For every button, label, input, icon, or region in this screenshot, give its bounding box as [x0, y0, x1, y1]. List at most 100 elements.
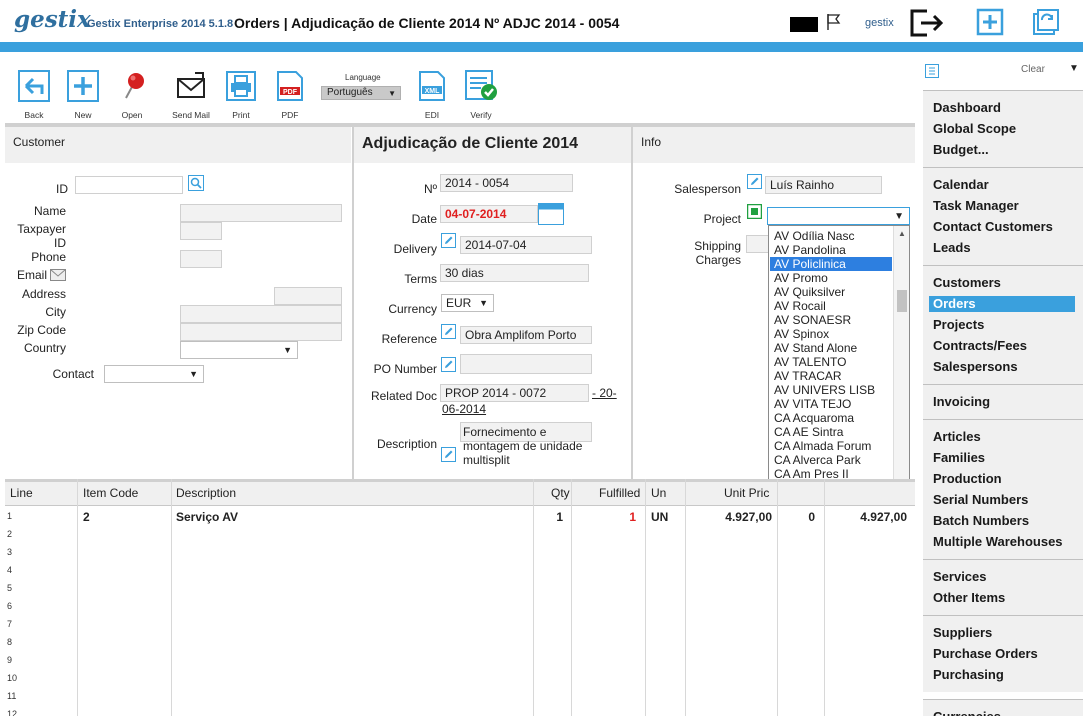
row1-fulfilled[interactable]: 1	[571, 510, 636, 524]
dropdown-option[interactable]: CA Acquaroma	[770, 411, 892, 425]
edit-icon[interactable]	[441, 447, 456, 462]
edit-icon[interactable]	[441, 357, 456, 372]
col-header-description[interactable]: Description	[176, 486, 236, 500]
sidebar-item-multiple-warehouses[interactable]: Multiple Warehouses	[933, 534, 1063, 550]
dropdown-option[interactable]: AV TRACAR	[770, 369, 892, 383]
edit-icon[interactable]	[747, 174, 762, 189]
city-input[interactable]	[180, 305, 342, 323]
verify-button[interactable]: Verify	[461, 70, 501, 120]
row1-discount[interactable]: 0	[777, 510, 815, 524]
dropdown-option[interactable]: AV SONAESR	[770, 313, 892, 327]
dropdown-option[interactable]: AV VITA TEJO	[770, 397, 892, 411]
salesperson-field[interactable]: Luís Rainho	[765, 176, 882, 194]
row1-total[interactable]: 4.927,00	[824, 510, 907, 524]
sidebar-item-currencies[interactable]: Currencies	[933, 709, 1001, 716]
dropdown-option[interactable]: AV Policlinica	[770, 257, 892, 271]
clear-label[interactable]: Clear	[1021, 64, 1045, 75]
dropdown-option[interactable]: CA AE Sintra	[770, 425, 892, 439]
user-name[interactable]: gestix	[865, 17, 894, 29]
sidebar-item-projects[interactable]: Projects	[933, 317, 984, 333]
sidebar-item-serial-numbers[interactable]: Serial Numbers	[933, 492, 1028, 508]
sidebar-item-dashboard[interactable]: Dashboard	[933, 100, 1001, 116]
date-field[interactable]: 04-07-2014	[440, 205, 538, 223]
row1-description[interactable]: Serviço AV	[176, 510, 238, 524]
sidebar-item-other-items[interactable]: Other Items	[933, 590, 1005, 606]
search-icon[interactable]	[188, 175, 204, 191]
flag-icon[interactable]	[825, 13, 843, 31]
row1-item-code[interactable]: 2	[83, 510, 90, 524]
calendar-icon[interactable]	[538, 203, 564, 225]
related-doc-date-link[interactable]: - 20-	[592, 386, 617, 400]
sidebar-item-contracts-fees[interactable]: Contracts/Fees	[933, 338, 1027, 354]
sidebar-item-calendar[interactable]: Calendar	[933, 177, 989, 193]
dropdown-scrollbar[interactable]: ▲ ▼	[893, 226, 909, 503]
dropdown-option[interactable]: AV Odília Nasc	[770, 229, 892, 243]
col-header-qty[interactable]: Qty	[551, 486, 570, 500]
dropdown-option[interactable]: AV Rocail	[770, 299, 892, 313]
row1-unit-price[interactable]: 4.927,00	[685, 510, 772, 524]
sidebar-item-production[interactable]: Production	[933, 471, 1002, 487]
sidebar-item-customers[interactable]: Customers	[933, 275, 1001, 291]
project-select[interactable]: ▼	[767, 207, 910, 225]
zip-input[interactable]	[180, 323, 342, 341]
pdf-button[interactable]: PDF PDF	[270, 70, 310, 120]
related-doc-date-link-cont[interactable]: 06-2014	[442, 402, 486, 416]
chevron-down-icon[interactable]: ▼	[1069, 63, 1079, 74]
refresh-icon[interactable]	[1032, 8, 1060, 36]
add-icon[interactable]	[976, 8, 1004, 36]
col-header-unit-price[interactable]: Unit Pric	[724, 486, 769, 500]
row1-qty[interactable]: 1	[533, 510, 563, 524]
reference-field[interactable]: Obra Amplifom Porto	[460, 326, 592, 344]
contact-select[interactable]: ▼	[104, 365, 204, 383]
dropdown-option[interactable]: AV TALENTO	[770, 355, 892, 369]
project-icon[interactable]	[747, 204, 762, 219]
col-header-fulfilled[interactable]: Fulfilled	[599, 486, 640, 500]
dropdown-option[interactable]: CA Almada Forum	[770, 439, 892, 453]
gestix-logo[interactable]: gestix	[14, 6, 91, 33]
language-select[interactable]: Português ▼	[321, 86, 401, 100]
sidebar-item-global-scope[interactable]: Global Scope	[933, 121, 1016, 137]
delivery-field[interactable]: 2014-07-04	[460, 236, 592, 254]
dropdown-option[interactable]: CA Alverca Park	[770, 453, 892, 467]
send-mail-button[interactable]: Send Mail	[171, 70, 211, 120]
col-header-line[interactable]: Line	[10, 486, 33, 500]
edit-icon[interactable]	[441, 233, 456, 248]
dropdown-option[interactable]: AV Stand Alone	[770, 341, 892, 355]
back-button[interactable]: Back	[14, 70, 54, 120]
sidebar-item-suppliers[interactable]: Suppliers	[933, 625, 992, 641]
phone-input[interactable]	[180, 250, 222, 268]
dropdown-option[interactable]: AV Quiksilver	[770, 285, 892, 299]
sidebar-item-orders[interactable]: Orders	[929, 296, 1075, 312]
dropdown-option[interactable]: AV Pandolina	[770, 243, 892, 257]
sidebar-item-invoicing[interactable]: Invoicing	[933, 394, 990, 410]
print-button[interactable]: Print	[221, 70, 261, 120]
sidebar-item-contact-customers[interactable]: Contact Customers	[933, 219, 1053, 235]
description-field[interactable]: Fornecimento e montagem de unidade multi…	[463, 425, 582, 467]
edit-icon[interactable]	[441, 324, 456, 339]
taxpayer-id-input[interactable]	[180, 222, 222, 240]
project-dropdown-list[interactable]: AV Odília Nasc AV Pandolina AV Policlinica…	[768, 225, 910, 504]
name-input[interactable]	[180, 204, 342, 222]
edi-button[interactable]: XML EDI	[412, 70, 452, 120]
country-select[interactable]: ▼	[180, 341, 298, 359]
open-button[interactable]: Open	[112, 70, 152, 120]
col-header-item-code[interactable]: Item Code	[83, 486, 138, 500]
dropdown-option[interactable]: AV Spinox	[770, 327, 892, 341]
envelope-icon[interactable]	[50, 268, 66, 282]
sidebar-item-purchasing[interactable]: Purchasing	[933, 667, 1004, 683]
sidebar-item-purchase-orders[interactable]: Purchase Orders	[933, 646, 1038, 662]
sidebar-item-budget[interactable]: Budget...	[933, 142, 989, 158]
sidebar-item-salespersons[interactable]: Salespersons	[933, 359, 1018, 375]
sidebar-item-families[interactable]: Families	[933, 450, 985, 466]
sidebar-item-leads[interactable]: Leads	[933, 240, 971, 256]
address-input[interactable]	[274, 287, 342, 305]
logout-icon[interactable]	[909, 8, 945, 38]
dropdown-option[interactable]: AV UNIVERS LISB	[770, 383, 892, 397]
row1-un[interactable]: UN	[651, 510, 668, 524]
new-button[interactable]: New	[63, 70, 103, 120]
sidebar-item-task-manager[interactable]: Task Manager	[933, 198, 1019, 214]
sidebar-item-services[interactable]: Services	[933, 569, 987, 585]
customer-id-input[interactable]	[75, 176, 183, 194]
scroll-up-icon[interactable]: ▲	[898, 229, 906, 238]
col-header-un[interactable]: Un	[651, 486, 666, 500]
